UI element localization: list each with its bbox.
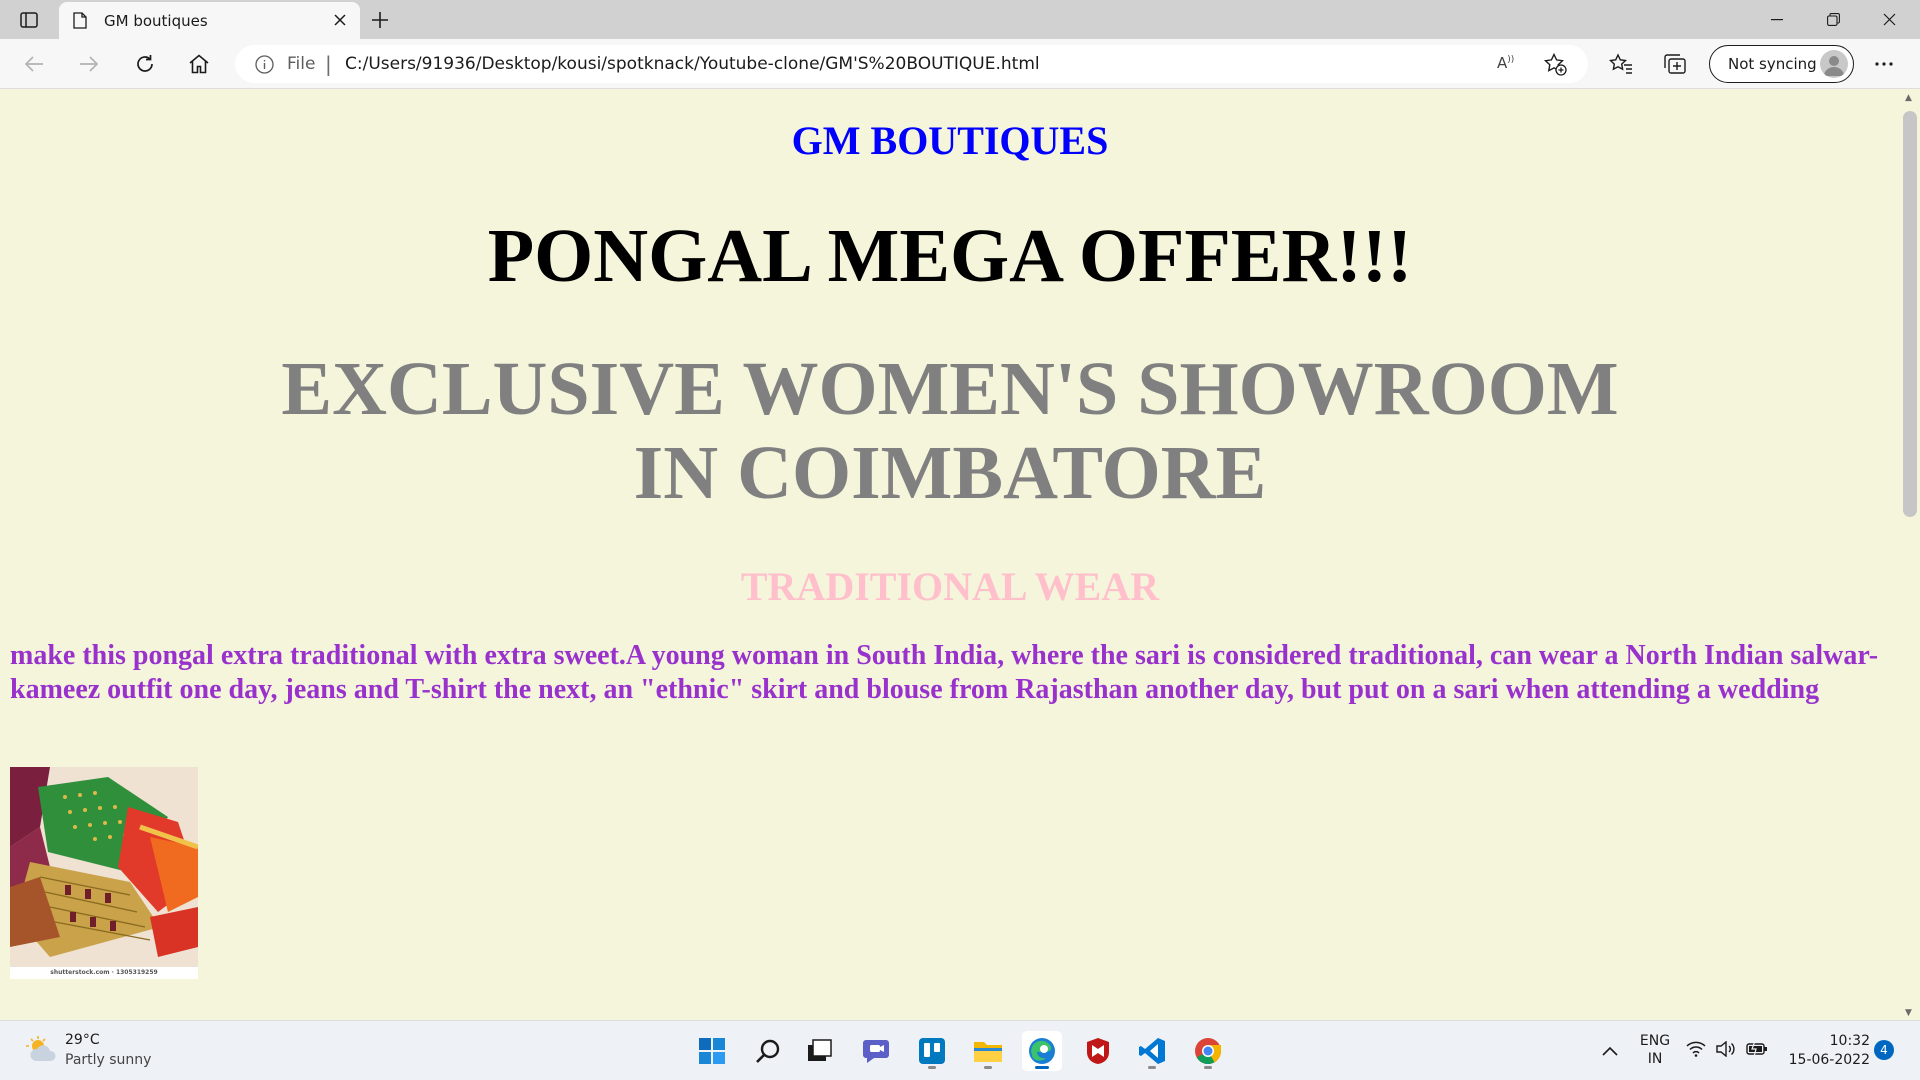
sync-label: Not syncing — [1728, 55, 1817, 73]
forward-icon[interactable] — [73, 48, 105, 80]
wifi-icon[interactable] — [1686, 1041, 1706, 1061]
chat-icon[interactable] — [856, 1031, 896, 1071]
region-code: IN — [1647, 1051, 1663, 1067]
image-credit: shutterstock.com · 1305319259 — [10, 967, 198, 979]
close-window-icon[interactable] — [1861, 0, 1917, 39]
refresh-icon[interactable] — [129, 48, 161, 80]
weather-description: Partly sunny — [65, 1052, 152, 1068]
page-icon — [73, 12, 87, 33]
volume-icon[interactable] — [1716, 1040, 1736, 1061]
running-indicator — [984, 1066, 992, 1069]
mcafee-icon[interactable] — [1078, 1031, 1118, 1071]
restore-icon[interactable] — [1805, 0, 1861, 39]
running-indicator — [928, 1066, 936, 1069]
minimize-icon[interactable] — [1749, 0, 1805, 39]
address-separator: | — [325, 52, 332, 76]
chrome-icon[interactable] — [1188, 1031, 1228, 1071]
trello-icon[interactable] — [912, 1031, 952, 1071]
scroll-thumb[interactable] — [1903, 111, 1917, 517]
file-explorer-icon[interactable] — [968, 1031, 1008, 1071]
running-indicator — [1035, 1066, 1049, 1069]
task-view-icon[interactable] — [800, 1031, 840, 1071]
notification-badge[interactable]: 4 — [1874, 1040, 1894, 1060]
section-heading: TRADITIONAL WEAR — [740, 564, 1160, 609]
search-icon[interactable] — [748, 1031, 788, 1071]
system-tray[interactable] — [1686, 1040, 1768, 1061]
sync-status-button[interactable]: Not syncing — [1709, 45, 1854, 83]
clock-time: 10:32 — [1829, 1033, 1870, 1049]
new-tab-icon[interactable] — [365, 6, 395, 34]
collections-icon[interactable] — [1659, 48, 1691, 80]
tab-title: GM boutiques — [104, 12, 208, 30]
address-url[interactable]: C:/Users/91936/Desktop/kousi/spotknack/Y… — [345, 54, 1040, 74]
saree-image: shutterstock.com · 1305319259 — [10, 767, 198, 979]
tab-strip: GM boutiques — [0, 0, 1920, 39]
close-tab-icon[interactable] — [330, 10, 350, 30]
browser-toolbar: File | C:/Users/91936/Desktop/kousi/spot… — [0, 39, 1920, 89]
weather-temperature: 29°C — [65, 1032, 100, 1048]
clock-date: 15-06-2022 — [1788, 1052, 1870, 1068]
clock[interactable]: 10:32 15-06-2022 — [1780, 1032, 1870, 1070]
running-indicator — [1148, 1066, 1156, 1069]
chevron-up-icon[interactable] — [1602, 1041, 1618, 1060]
scroll-down-icon[interactable]: ▼ — [1905, 1008, 1912, 1018]
showroom-heading: EXCLUSIVE WOMEN'S SHOWROOM IN COIMBATORE — [281, 347, 1619, 515]
intro-paragraph: make this pongal extra traditional with … — [10, 640, 1879, 705]
offer-heading: PONGAL MEGA OFFER!!! — [487, 214, 1413, 298]
home-icon[interactable] — [183, 48, 215, 80]
more-options-icon[interactable] — [1868, 48, 1900, 80]
page-scrollbar[interactable]: ▲ ▼ — [1900, 89, 1920, 1020]
tab-actions-icon[interactable] — [14, 6, 44, 34]
language-code: ENG — [1639, 1033, 1671, 1049]
edge-icon[interactable] — [1022, 1031, 1062, 1071]
windows-taskbar: 29°C Partly sunny ENG IN 10:32 15-06-202… — [0, 1020, 1920, 1080]
address-bar[interactable]: File | C:/Users/91936/Desktop/kousi/spot… — [235, 45, 1588, 83]
read-aloud-icon[interactable]: A)) — [1497, 54, 1514, 72]
browser-tab[interactable]: GM boutiques — [59, 2, 360, 39]
add-favorite-icon[interactable] — [1543, 52, 1567, 80]
info-icon[interactable] — [255, 55, 274, 78]
vscode-icon[interactable] — [1132, 1031, 1172, 1071]
scroll-up-icon[interactable]: ▲ — [1905, 93, 1912, 103]
profile-avatar-icon — [1820, 50, 1848, 78]
back-icon[interactable] — [18, 48, 50, 80]
page-viewport: GM BOUTIQUES PONGAL MEGA OFFER!!! EXCLUS… — [0, 89, 1900, 1020]
running-indicator — [1204, 1066, 1212, 1069]
address-scheme: File — [287, 54, 316, 74]
favorites-icon[interactable] — [1605, 48, 1637, 80]
start-icon[interactable] — [692, 1031, 732, 1071]
brand-heading: GM BOUTIQUES — [791, 118, 1109, 163]
battery-icon[interactable] — [1746, 1040, 1768, 1061]
partly-sunny-icon[interactable] — [26, 1035, 58, 1067]
language-indicator[interactable]: ENG IN — [1637, 1032, 1673, 1068]
